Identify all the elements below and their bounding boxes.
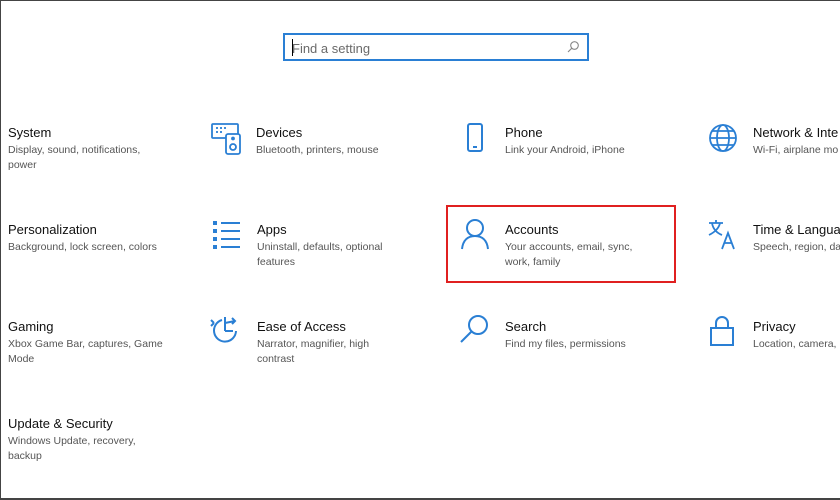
text-cursor: [292, 39, 293, 56]
search-icon[interactable]: [566, 40, 580, 54]
tile-ease-of-access[interactable]: Ease of Access Narrator, magnifier, high…: [208, 311, 438, 391]
keyboard-speaker-icon: [210, 122, 244, 156]
tile-description: Bluetooth, printers, mouse: [256, 144, 379, 156]
tile-privacy[interactable]: Privacy Location, camera,: [704, 311, 840, 391]
tile-phone[interactable]: Phone Link your Android, iPhone: [456, 117, 686, 197]
search-box[interactable]: [283, 33, 589, 61]
tile-description: Xbox Game Bar, captures, Game Mode: [8, 338, 163, 365]
tile-description: Location, camera,: [753, 338, 837, 350]
tile-gaming[interactable]: Gaming Xbox Game Bar, captures, Game Mod…: [0, 311, 230, 391]
tile-title: Time & Languag: [753, 222, 840, 237]
tile-title: Apps: [257, 222, 287, 237]
tile-description: Windows Update, recovery, backup: [8, 435, 136, 462]
tile-title: Ease of Access: [257, 319, 346, 334]
tile-title: Gaming: [8, 319, 54, 334]
tile-title: Update & Security: [8, 416, 113, 431]
tile-title: Search: [505, 319, 547, 334]
apps-list-icon: [210, 218, 244, 252]
tile-title: Personalization: [8, 222, 97, 237]
tile-devices[interactable]: Devices Bluetooth, printers, mouse: [208, 117, 438, 197]
magnifier-icon: [458, 313, 492, 347]
lock-icon: [705, 314, 739, 348]
tile-personalization[interactable]: Personalization Background, lock screen,…: [0, 214, 230, 294]
tile-apps[interactable]: Apps Uninstall, defaults, optional featu…: [208, 214, 438, 294]
tile-title: Phone: [505, 125, 543, 140]
phone-icon: [458, 122, 492, 156]
tile-network[interactable]: Network & Inte Wi-Fi, airplane mo: [704, 117, 840, 197]
tile-description: Narrator, magnifier, high contrast: [257, 338, 370, 365]
highlight-box: [446, 205, 676, 283]
ease-of-access-icon: [208, 314, 242, 348]
tile-description: Display, sound, notifications, power: [8, 144, 141, 171]
tile-description: Find my files, permissions: [505, 338, 626, 350]
tile-update-security[interactable]: Update & Security Windows Update, recove…: [0, 408, 230, 488]
tile-search[interactable]: Search Find my files, permissions: [456, 311, 686, 391]
tile-description: Wi-Fi, airplane mo: [753, 144, 839, 156]
tile-description: Background, lock screen, colors: [8, 241, 157, 253]
tile-system[interactable]: System Display, sound, notifications, po…: [0, 117, 230, 197]
tile-description: Speech, region, da: [753, 241, 840, 253]
tile-description: Uninstall, defaults, optional features: [257, 241, 383, 268]
tile-title: Privacy: [753, 319, 796, 334]
language-icon: [705, 217, 739, 251]
tile-description: Link your Android, iPhone: [505, 144, 625, 156]
tile-title: Devices: [256, 125, 303, 140]
tile-title: Network & Inte: [753, 125, 839, 140]
search-input[interactable]: [292, 39, 562, 57]
globe-icon: [706, 121, 740, 155]
tile-time-language[interactable]: Time & Languag Speech, region, da: [704, 214, 840, 294]
tile-title: System: [8, 125, 52, 140]
